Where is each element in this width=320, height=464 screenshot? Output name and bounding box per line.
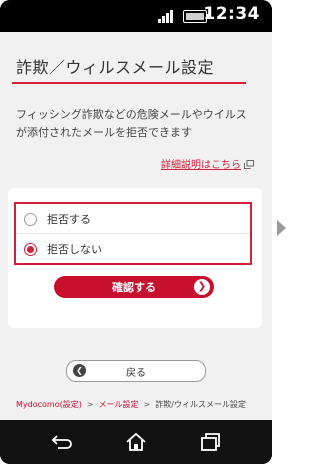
back-nav-icon[interactable] [50, 432, 74, 452]
confirm-button-label: 確認する [112, 281, 156, 294]
back-button[interactable]: ❮ 戻る [66, 360, 206, 382]
status-bar: 12:34 [0, 0, 272, 32]
back-button-label: 戻る [126, 367, 146, 379]
option-reject-label: 拒否する [47, 213, 91, 226]
breadcrumb-separator-icon: > [86, 399, 94, 409]
settings-card: 拒否する 拒否しない 確認する ❯ [8, 188, 262, 328]
radio-not-reject[interactable] [24, 242, 37, 256]
chevron-left-icon: ❮ [73, 364, 86, 377]
option-reject[interactable]: 拒否する [24, 211, 91, 227]
chevron-right-icon: ❯ [194, 279, 210, 295]
option-not-reject[interactable]: 拒否しない [24, 241, 102, 257]
home-nav-icon[interactable] [124, 432, 148, 452]
phone-frame: 12:34 詐欺／ウィルスメール設定 フィッシング詐欺などの危険メールやウイルス… [0, 0, 272, 464]
screen: 詐欺／ウィルスメール設定 フィッシング詐欺などの危険メールやウイルスが添付された… [0, 32, 272, 420]
android-nav-bar [0, 420, 272, 464]
breadcrumb-current: 詐欺/ウィルスメール設定 [155, 399, 246, 409]
external-window-icon [244, 160, 254, 169]
page-description: フィッシング詐欺などの危険メールやウイルスが添付されたメールを拒否できます [16, 108, 247, 139]
radio-reject[interactable] [24, 212, 37, 226]
status-time: 12:34 [203, 4, 260, 24]
breadcrumb-mydocomo[interactable]: Mydocomo(設定) [16, 399, 82, 410]
detail-link[interactable]: 詳細説明はこちら [161, 156, 254, 171]
option-group: 拒否する 拒否しない [14, 202, 252, 265]
breadcrumb-mail-settings[interactable]: メール設定 [99, 399, 139, 410]
page-title: 詐欺／ウィルスメール設定 [16, 58, 215, 77]
recent-apps-icon[interactable] [198, 432, 222, 452]
breadcrumb: Mydocomo(設定) > メール設定 > 詐欺/ウィルスメール設定 [0, 394, 272, 414]
next-step-arrow-icon [277, 220, 286, 236]
signal-icon [158, 10, 173, 23]
option-divider [16, 233, 250, 234]
detail-link-label: 詳細説明はこちら [161, 160, 241, 171]
title-underline [12, 82, 246, 84]
confirm-button[interactable]: 確認する ❯ [54, 276, 214, 298]
option-not-reject-label: 拒否しない [47, 243, 102, 256]
breadcrumb-separator-icon: > [143, 399, 151, 409]
